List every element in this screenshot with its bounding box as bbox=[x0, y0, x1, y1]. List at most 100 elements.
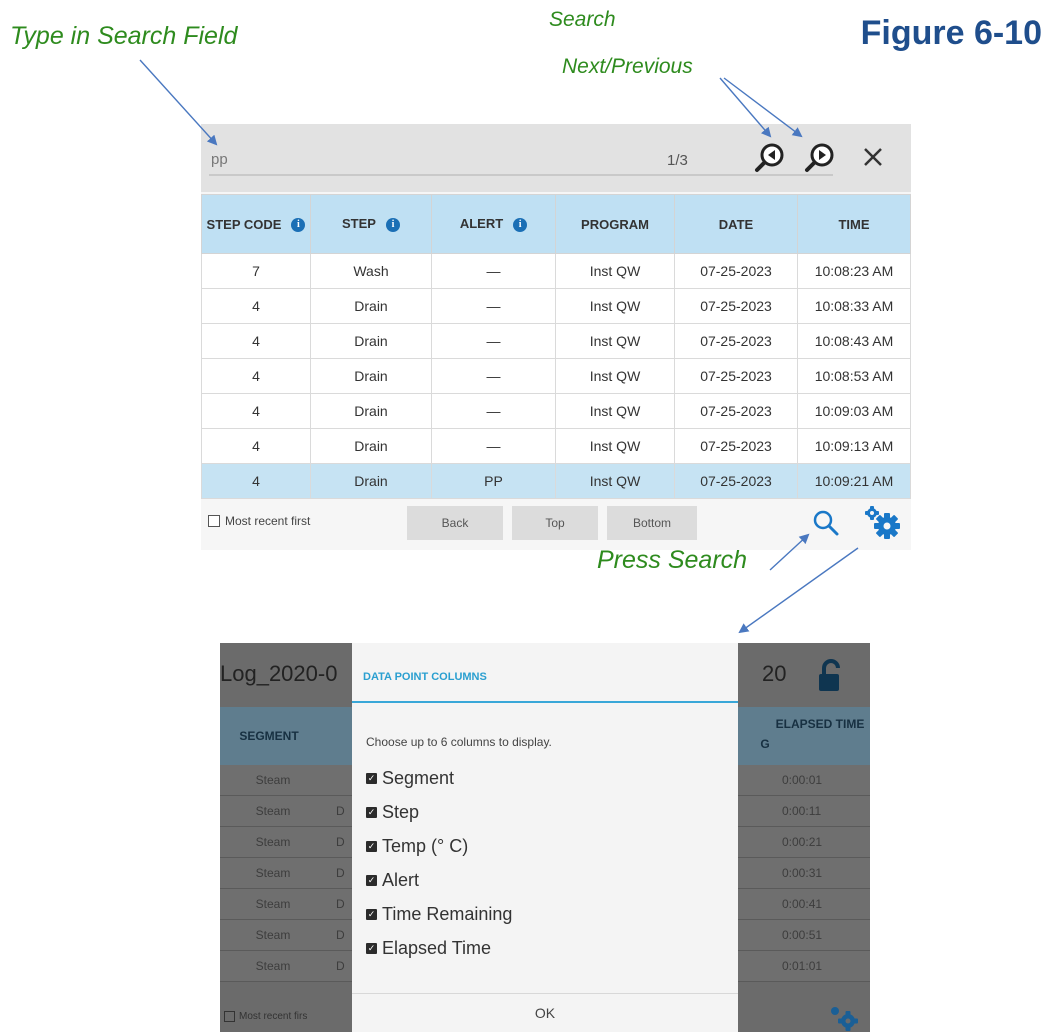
checkbox-checked-icon[interactable]: ✓ bbox=[366, 772, 377, 784]
top-button[interactable]: Top bbox=[512, 506, 598, 540]
column-header-step-code[interactable]: STEP CODE i bbox=[201, 194, 311, 254]
search-input[interactable] bbox=[209, 144, 833, 176]
background-table-cell: Steam bbox=[255, 897, 291, 911]
annotation-search: Search bbox=[549, 8, 616, 31]
column-option-label: Step bbox=[382, 801, 420, 822]
table-cell: 10:09:13 AM bbox=[797, 428, 911, 464]
table-cell: 07-25-2023 bbox=[674, 358, 798, 394]
close-search-icon[interactable] bbox=[856, 140, 890, 174]
table-row[interactable]: 4 Drain — Inst QW 07-25-2023 10:09:03 AM bbox=[201, 393, 911, 429]
bottom-button[interactable]: Bottom bbox=[607, 506, 697, 540]
table-row[interactable]: 4 Drain PP Inst QW 07-25-2023 10:09:21 AM bbox=[201, 463, 911, 499]
table-cell: 10:08:43 AM bbox=[797, 323, 911, 359]
info-icon[interactable]: i bbox=[385, 217, 400, 232]
table-cell: 4 bbox=[201, 463, 311, 499]
dialog-title: DATA POINT COLUMNS bbox=[363, 671, 487, 683]
table-cell: Drain bbox=[310, 393, 432, 429]
column-header-program[interactable]: PROGRAM bbox=[555, 194, 675, 254]
table-cell: Inst QW bbox=[555, 393, 675, 429]
table-cell: Drain bbox=[310, 288, 432, 324]
column-option-checkbox[interactable]: ✓ Step bbox=[366, 795, 512, 829]
annotation-next-previous: Next/Previous bbox=[562, 55, 693, 78]
table-row[interactable]: 4 Drain — Inst QW 07-25-2023 10:08:33 AM bbox=[201, 288, 911, 324]
most-recent-first-label: Most recent first bbox=[225, 514, 311, 528]
unlock-icon[interactable] bbox=[816, 659, 846, 693]
table-cell: 4 bbox=[201, 323, 311, 359]
table-cell: 07-25-2023 bbox=[674, 393, 798, 429]
annotation-press-search: Press Search bbox=[597, 546, 748, 574]
checkbox-box[interactable] bbox=[208, 515, 220, 527]
table-row[interactable]: 4 Drain — Inst QW 07-25-2023 10:08:43 AM bbox=[201, 323, 911, 359]
background-table-cell: 0:00:21 bbox=[782, 835, 823, 849]
search-previous-icon[interactable] bbox=[753, 140, 787, 174]
table-row[interactable]: 7 Wash — Inst QW 07-25-2023 10:08:23 AM bbox=[201, 253, 911, 289]
table-cell: — bbox=[431, 358, 556, 394]
checkbox-checked-icon[interactable]: ✓ bbox=[366, 874, 377, 886]
column-option-label: Time Remaining bbox=[382, 903, 513, 924]
settings-gear-icon[interactable] bbox=[861, 504, 905, 542]
column-option-checkbox[interactable]: ✓ Alert bbox=[366, 863, 512, 897]
table-cell: 10:08:53 AM bbox=[797, 358, 911, 394]
column-header-alert[interactable]: ALERT i bbox=[431, 194, 556, 254]
background-table-cell: D bbox=[336, 959, 345, 973]
background-table-cell: D bbox=[336, 897, 345, 911]
column-options-list: ✓ Segment ✓ Step ✓ Temp (° C) ✓ Alert ✓ Time Rema… bbox=[366, 761, 512, 965]
table-footer: Most recent first Back Top Bottom bbox=[201, 500, 911, 550]
column-option-checkbox[interactable]: ✓ Elapsed Time bbox=[366, 931, 512, 965]
background-table-cell: 0:00:01 bbox=[782, 773, 823, 787]
table-cell: Inst QW bbox=[555, 288, 675, 324]
column-option-checkbox[interactable]: ✓ Time Remaining bbox=[366, 897, 512, 931]
column-header-segment: SEGMENT bbox=[239, 729, 299, 743]
search-match-count: 1/3 bbox=[667, 152, 688, 169]
search-icon[interactable] bbox=[811, 508, 841, 538]
table-cell: 4 bbox=[201, 428, 311, 464]
table-cell: Inst QW bbox=[555, 323, 675, 359]
column-header-date[interactable]: DATE bbox=[674, 194, 798, 254]
column-option-checkbox[interactable]: ✓ Segment bbox=[366, 761, 512, 795]
table-cell: Drain bbox=[310, 428, 432, 464]
table-row[interactable]: 4 Drain — Inst QW 07-25-2023 10:08:53 AM bbox=[201, 358, 911, 394]
table-cell: Inst QW bbox=[555, 463, 675, 499]
checkbox-box bbox=[224, 1011, 235, 1022]
table-cell: 07-25-2023 bbox=[674, 323, 798, 359]
table-row[interactable]: 4 Drain — Inst QW 07-25-2023 10:09:13 AM bbox=[201, 428, 911, 464]
data-point-columns-screen: Log_2020-0 20 SEGMENT G ELAPSED TIME Ste… bbox=[220, 643, 870, 1032]
column-header-time[interactable]: TIME bbox=[797, 194, 911, 254]
column-option-label: Alert bbox=[382, 869, 420, 890]
background-table-cell: 0:00:41 bbox=[782, 897, 823, 911]
checkbox-checked-icon[interactable]: ✓ bbox=[366, 840, 377, 852]
column-header-step[interactable]: STEP i bbox=[310, 194, 432, 254]
settings-gear-icon bbox=[824, 1003, 864, 1032]
checkbox-checked-icon[interactable]: ✓ bbox=[366, 806, 377, 818]
back-button[interactable]: Back bbox=[407, 506, 503, 540]
dialog-title-divider bbox=[352, 701, 738, 703]
search-next-icon[interactable] bbox=[803, 140, 837, 174]
column-header-partial: G bbox=[760, 737, 770, 751]
most-recent-first-checkbox[interactable]: Most recent first bbox=[208, 514, 310, 528]
background-table-cell: 0:00:11 bbox=[782, 804, 822, 818]
table-cell: 10:09:03 AM bbox=[797, 393, 911, 429]
table-cell: Inst QW bbox=[555, 253, 675, 289]
ok-button[interactable]: OK bbox=[352, 994, 738, 1032]
checkbox-checked-icon[interactable]: ✓ bbox=[366, 908, 377, 920]
column-option-label: Elapsed Time bbox=[382, 937, 492, 958]
table-cell: Inst QW bbox=[555, 428, 675, 464]
column-option-checkbox[interactable]: ✓ Temp (° C) bbox=[366, 829, 512, 863]
log-table: STEP CODE i STEP i ALERT i PROGRAM DATE TIM… bbox=[201, 194, 911, 499]
checkbox-checked-icon[interactable]: ✓ bbox=[366, 942, 377, 954]
background-table-cell: 0:00:31 bbox=[782, 866, 823, 880]
column-option-label: Temp (° C) bbox=[382, 835, 469, 856]
info-icon[interactable]: i bbox=[513, 217, 528, 232]
dialog-instruction: Choose up to 6 columns to display. bbox=[366, 735, 552, 749]
info-icon[interactable]: i bbox=[291, 217, 306, 232]
table-cell: 7 bbox=[201, 253, 311, 289]
table-cell: 07-25-2023 bbox=[674, 288, 798, 324]
background-table-cell: D bbox=[336, 866, 345, 880]
table-cell: Drain bbox=[310, 358, 432, 394]
column-option-label: Segment bbox=[382, 767, 455, 788]
background-table-cell: D bbox=[336, 928, 345, 942]
table-cell: — bbox=[431, 253, 556, 289]
data-point-columns-dialog: DATA POINT COLUMNS Choose up to 6 column… bbox=[352, 643, 738, 1032]
background-log-title-end: 20 bbox=[762, 661, 787, 686]
background-table-cell: D bbox=[336, 835, 345, 849]
